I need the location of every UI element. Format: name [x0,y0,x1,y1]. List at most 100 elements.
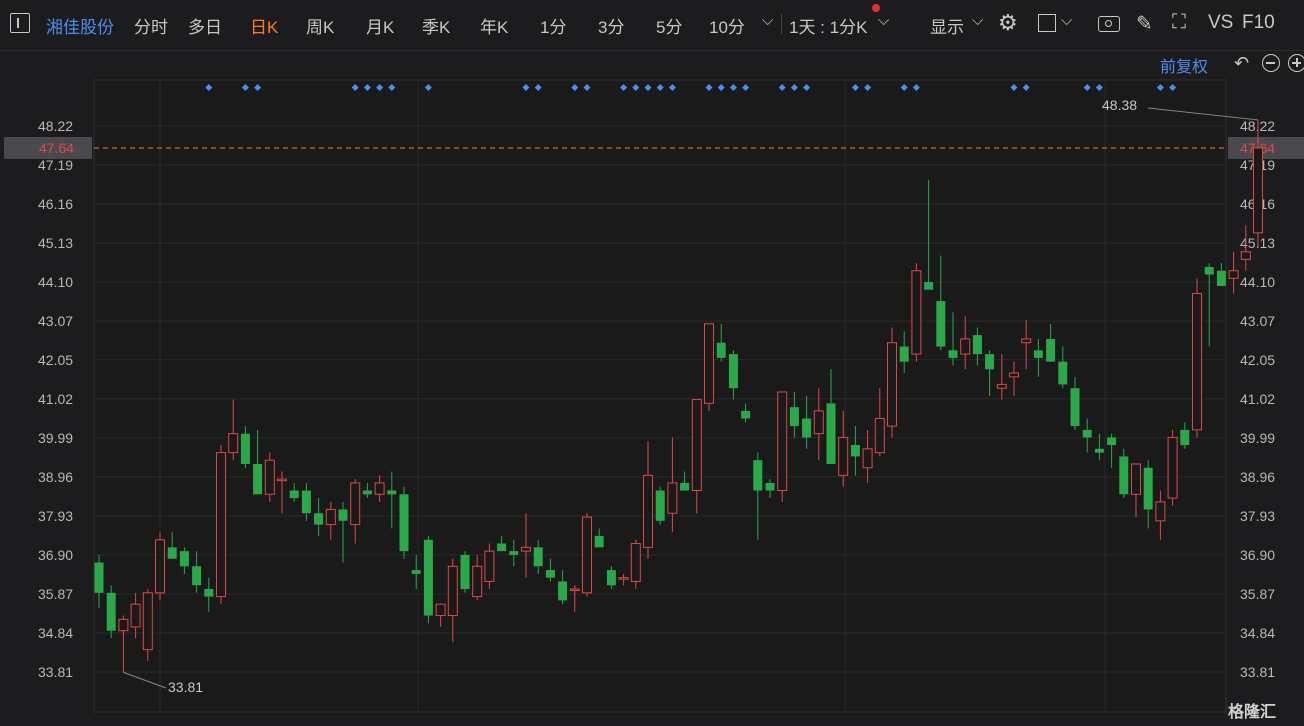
candle-body [1009,372,1019,378]
candle-body [1082,429,1092,438]
candle-body [447,565,458,617]
candle-body [484,550,495,582]
candle-body [1204,266,1214,275]
candle-body [741,410,751,419]
candle-body [704,323,714,404]
candle-body [643,474,653,548]
zoom-in-icon[interactable] [1288,54,1304,72]
candle-body [862,448,873,469]
candle-body [264,459,275,495]
kline-chart: 48.2248.2247.1947.1946.1646.1645.1345.13… [4,79,1304,713]
y-tick-label-right: 33.81 [1240,664,1275,680]
candle-body [911,270,922,355]
candle-body [130,603,141,628]
candle-body [789,407,799,427]
candle-body [838,436,849,476]
candle-body [1228,270,1239,279]
candle-body [216,452,226,598]
candle-body [423,539,433,616]
candle-body [192,566,202,586]
candle-body [826,403,836,464]
candle-body [277,478,287,482]
y-tick-label-left: 36.90 [38,547,73,563]
y-tick-label-right: 42.05 [1240,352,1275,368]
candle-body [325,508,336,526]
y-tick-label-left: 42.05 [38,352,73,368]
candle-body [167,547,177,559]
candle-body [558,581,568,601]
candle-body [374,482,385,495]
candle-body [240,433,250,464]
low-price-label: 33.81 [168,679,203,695]
candle-body [362,490,372,495]
candle-body [728,354,738,389]
candle-body [1155,501,1166,522]
candle-body [960,338,971,355]
candle-body [1131,463,1141,495]
candle-body [948,350,958,358]
y-tick-label-right: 34.84 [1240,625,1275,641]
candle-body [1119,456,1129,495]
y-tick-label-left: 48.22 [38,118,73,134]
candle-body [680,482,690,491]
candle-body [606,570,616,586]
candle-body [582,516,592,594]
y-tick-label-left: 43.07 [38,313,73,329]
y-tick-label-left: 39.99 [38,430,73,446]
candle-body [1094,448,1104,453]
candle-body [253,463,263,495]
y-tick-label-left: 44.10 [38,274,73,290]
candle-body [1143,467,1153,510]
y-tick-label-right: 36.90 [1240,547,1275,563]
y-tick-label-right: 35.87 [1240,586,1275,602]
candle-body [435,603,446,617]
plot-area [93,79,1227,713]
candle-body [1167,436,1178,499]
candle-body [509,551,519,555]
candle-body [972,335,982,355]
candle-body [569,588,580,592]
y-tick-label-left: 47.19 [38,157,73,173]
candle-body [1216,270,1226,286]
adjust-mode-button[interactable]: 前复权 [1160,53,1208,77]
candle-body [594,535,604,548]
candle-body [472,565,483,598]
zoom-out-icon[interactable] [1262,54,1280,72]
candle-body [802,418,812,438]
y-tick-label-left: 35.87 [38,586,73,602]
y-tick-label-right: 39.99 [1240,430,1275,446]
y-tick-label-right: 38.96 [1240,469,1275,485]
candle-body [899,346,909,362]
y-tick-label-right: 41.02 [1240,391,1275,407]
candle-body [545,570,555,578]
candle-body [1021,338,1032,344]
y-tick-label-left: 46.16 [38,196,73,212]
candle-body [411,570,421,574]
candle-body [924,282,934,290]
candle-body [630,543,641,582]
candle-body [691,399,702,492]
candle-body [850,445,860,457]
candle-body [655,490,665,521]
candle-body [753,460,763,491]
candle-body [1107,437,1117,446]
candle-body [118,618,129,632]
candle-body [301,490,311,514]
candle-body [1058,361,1068,385]
candle-body [314,513,324,525]
candle-body [106,592,116,631]
candle-body [94,562,104,593]
candle-body [1253,147,1263,234]
candle-body [142,592,153,651]
candle-body [716,342,726,358]
y-tick-label-left: 45.13 [38,235,73,251]
y-tick-label-left: 33.81 [38,664,73,680]
candle-body [996,383,1007,389]
candle-body [228,433,239,454]
candle-body [777,391,788,492]
candle-body [179,551,189,567]
candle-body [813,410,824,435]
undo-icon[interactable]: ↶ [1234,53,1249,74]
candle-body [533,547,543,567]
watermark: 格隆汇 [1228,704,1277,721]
